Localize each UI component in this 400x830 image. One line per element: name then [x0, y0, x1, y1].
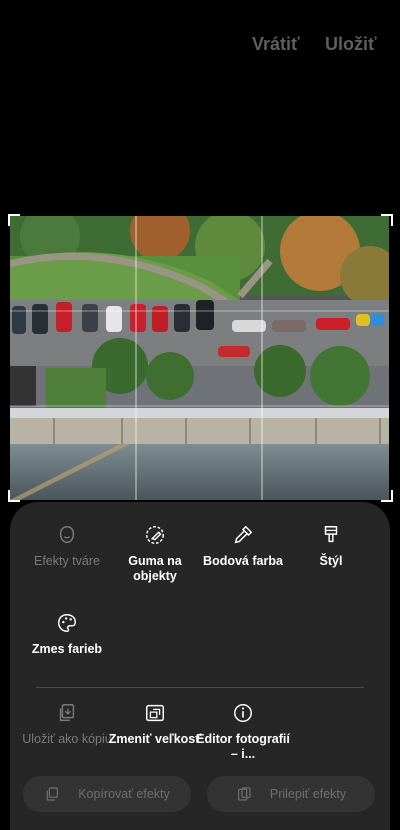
- face-effects-label: Efekty tváre: [34, 554, 100, 568]
- dropper-icon: [234, 525, 253, 544]
- save-copy-button[interactable]: Uložiť ako kópiu: [19, 702, 115, 747]
- brush-icon: [324, 526, 338, 543]
- copy-effects-label: Kopírovať efekty: [78, 787, 170, 801]
- copy-effects-button[interactable]: Kopírovať efekty: [23, 776, 191, 812]
- resize-icon: [146, 704, 164, 722]
- resize-label: Zmeniť veľkosť: [108, 732, 202, 746]
- top-bar: Vrátiť Uložiť: [0, 0, 400, 90]
- save-copy-icon: [59, 704, 75, 722]
- color-mix-label: Zmes farieb: [31, 642, 103, 656]
- palette-icon: [58, 614, 76, 632]
- face-effects-button[interactable]: Efekty tváre: [19, 524, 115, 569]
- editor-info-label: Editor fotografií – i...: [196, 732, 290, 761]
- paste-icon: [237, 787, 251, 801]
- paste-effects-button[interactable]: Prilepiť efekty: [207, 776, 375, 812]
- copy-icon: [46, 787, 59, 801]
- crop-handle-top-left[interactable]: [8, 214, 20, 226]
- color-mix-button[interactable]: Zmes farieb: [19, 612, 115, 657]
- face-icon: [59, 526, 75, 544]
- crop-handle-top-right[interactable]: [381, 214, 393, 226]
- style-label: Štýl: [319, 554, 343, 568]
- photo-preview[interactable]: [10, 216, 389, 500]
- save-button[interactable]: Uložiť: [325, 34, 377, 55]
- tools-panel: Efekty tváre Guma na objekty Bodová farb…: [10, 502, 390, 830]
- spot-color-label: Bodová farba: [203, 554, 283, 568]
- object-eraser-button[interactable]: Guma na objekty: [107, 524, 203, 584]
- style-button[interactable]: Štýl: [283, 524, 379, 569]
- object-eraser-label: Guma na objekty: [128, 554, 182, 583]
- crop-handle-bottom-right[interactable]: [381, 490, 393, 502]
- editor-info-button[interactable]: Editor fotografií – i...: [195, 702, 291, 762]
- revert-button[interactable]: Vrátiť: [252, 34, 300, 55]
- paste-effects-label: Prilepiť efekty: [269, 787, 347, 801]
- divider: [36, 687, 364, 688]
- resize-button[interactable]: Zmeniť veľkosť: [107, 702, 203, 747]
- eraser-icon: [146, 526, 164, 544]
- crop-handle-bottom-left[interactable]: [8, 490, 20, 502]
- info-icon: [234, 704, 252, 722]
- spot-color-button[interactable]: Bodová farba: [195, 524, 291, 569]
- save-copy-label: Uložiť ako kópiu: [22, 732, 112, 746]
